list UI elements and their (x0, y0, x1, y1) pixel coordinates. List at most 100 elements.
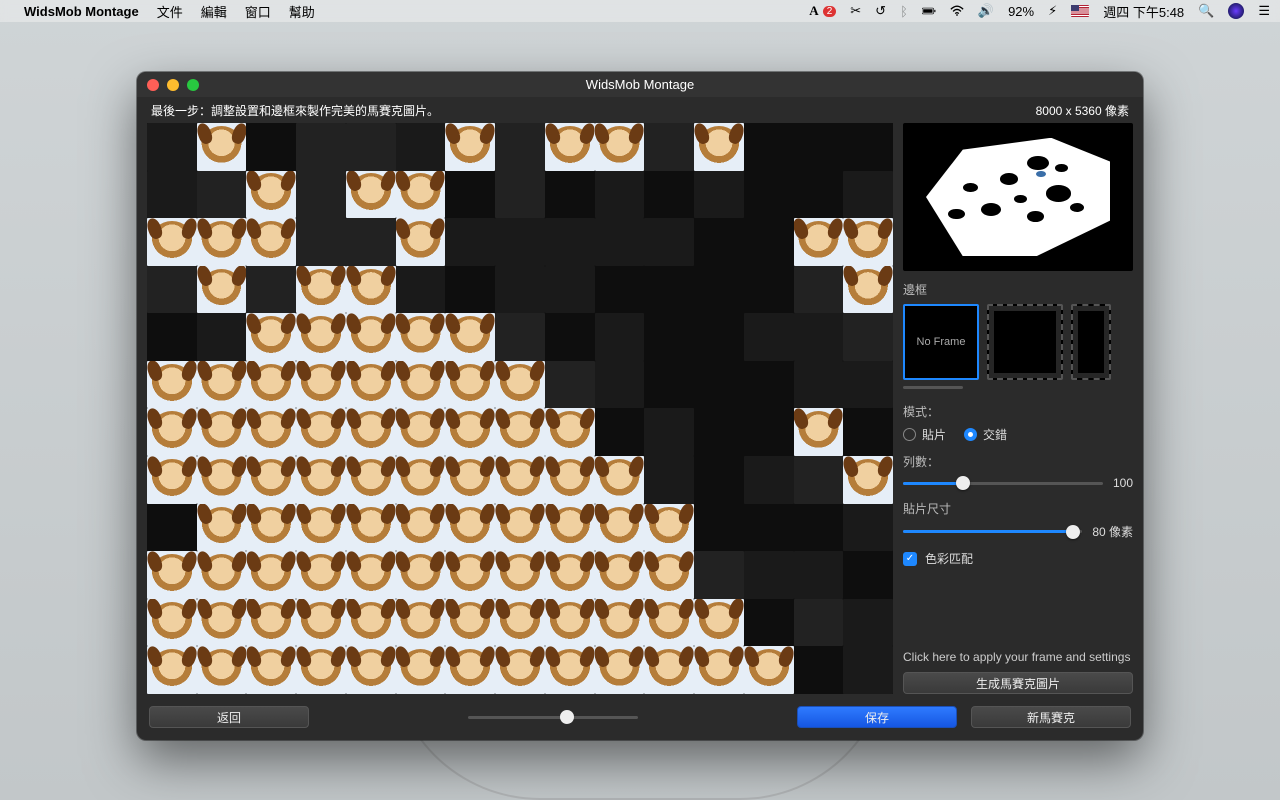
mosaic-tile (495, 504, 545, 552)
mosaic-tile (644, 171, 694, 219)
mosaic-tile (296, 171, 346, 219)
tile-size-slider[interactable] (903, 530, 1082, 533)
mosaic-tile (495, 313, 545, 361)
mosaic-tile (644, 646, 694, 694)
mosaic-tile (744, 599, 794, 647)
mosaic-tile (296, 456, 346, 504)
spotlight-icon[interactable]: 🔍 (1198, 3, 1214, 19)
frame-option-none[interactable]: No Frame (903, 304, 979, 380)
mosaic-tile (346, 218, 396, 266)
mosaic-tile (545, 599, 595, 647)
mosaic-tile (595, 599, 645, 647)
mosaic-tile (545, 361, 595, 409)
mosaic-tile (595, 456, 645, 504)
color-match-checkbox[interactable] (903, 552, 917, 566)
mosaic-tile (595, 266, 645, 314)
mosaic-tile (794, 599, 844, 647)
mosaic-tile (296, 551, 346, 599)
mosaic-tile (694, 504, 744, 552)
generate-button[interactable]: 生成馬賽克圖片 (903, 672, 1133, 694)
mosaic-tile (595, 504, 645, 552)
mosaic-tile (296, 408, 346, 456)
mosaic-tile (545, 313, 595, 361)
mosaic-tile (396, 218, 446, 266)
menu-help[interactable]: 幫助 (289, 2, 315, 21)
menu-window[interactable]: 窗口 (245, 2, 271, 21)
mosaic-tile (346, 171, 396, 219)
time-machine-icon[interactable]: ↺ (875, 3, 886, 19)
window-titlebar: WidsMob Montage (137, 72, 1143, 97)
mosaic-tile (396, 408, 446, 456)
mosaic-tile (843, 599, 893, 647)
new-mosaic-button[interactable]: 新馬賽克 (971, 706, 1131, 728)
mosaic-tile (744, 456, 794, 504)
adobe-status-icon[interactable]: A2 (809, 3, 836, 19)
mosaic-tile (644, 123, 694, 171)
mosaic-tile (744, 218, 794, 266)
mosaic-tile (147, 218, 197, 266)
mosaic-tile (147, 456, 197, 504)
mosaic-tile (197, 361, 247, 409)
mosaic-tile (595, 123, 645, 171)
mosaic-tile (794, 551, 844, 599)
mosaic-tile (346, 408, 396, 456)
menu-edit[interactable]: 編輯 (201, 2, 227, 21)
mosaic-tile (246, 456, 296, 504)
volume-icon[interactable]: 🔊 (978, 3, 994, 19)
mosaic-tile (694, 551, 744, 599)
window-title: WidsMob Montage (137, 77, 1143, 92)
mosaic-tile (794, 456, 844, 504)
control-center-icon[interactable]: ☰ (1258, 3, 1270, 19)
battery-icon[interactable] (922, 4, 936, 18)
mosaic-tile (246, 313, 296, 361)
mosaic-tile (147, 361, 197, 409)
mosaic-tile (744, 361, 794, 409)
mosaic-tile (445, 218, 495, 266)
mosaic-tile (545, 218, 595, 266)
back-button[interactable]: 返回 (149, 706, 309, 728)
mosaic-preview[interactable] (147, 123, 893, 694)
mosaic-tile (197, 408, 247, 456)
mosaic-tile (595, 218, 645, 266)
mosaic-tile (445, 599, 495, 647)
wifi-icon[interactable] (950, 4, 964, 18)
mosaic-tile (694, 171, 744, 219)
frame-option-stamp-2[interactable] (1071, 304, 1111, 380)
columns-slider[interactable] (903, 482, 1103, 485)
source-thumbnail[interactable] (903, 123, 1133, 271)
minimize-button[interactable] (167, 79, 179, 91)
mosaic-tile (495, 646, 545, 694)
bluetooth-icon[interactable]: ᛒ (900, 4, 908, 19)
mosaic-tile (694, 361, 744, 409)
mosaic-tile (346, 456, 396, 504)
mosaic-tile (445, 408, 495, 456)
mosaic-tile (644, 456, 694, 504)
menu-file[interactable]: 文件 (157, 2, 183, 21)
frame-option-stamp[interactable] (987, 304, 1063, 380)
mosaic-tile (147, 646, 197, 694)
mosaic-tile (246, 551, 296, 599)
frame-scrollbar[interactable] (903, 386, 963, 389)
mode-interlace-radio[interactable]: 交錯 (964, 426, 1007, 443)
mosaic-tile (445, 123, 495, 171)
scissors-icon[interactable]: ✂︎ (850, 3, 861, 19)
mosaic-tile (744, 123, 794, 171)
close-button[interactable] (147, 79, 159, 91)
save-button[interactable]: 保存 (797, 706, 957, 728)
zoom-button[interactable] (187, 79, 199, 91)
mosaic-tile (445, 456, 495, 504)
menubar-app-name[interactable]: WidsMob Montage (24, 4, 139, 19)
zoom-slider[interactable] (468, 716, 638, 719)
mosaic-tile (495, 123, 545, 171)
menubar-clock[interactable]: 週四 下午5:48 (1103, 2, 1184, 21)
mosaic-tile (495, 408, 545, 456)
input-flag-icon[interactable] (1071, 5, 1089, 17)
columns-value: 100 (1113, 476, 1133, 490)
mosaic-tile (794, 218, 844, 266)
mosaic-tile (644, 504, 694, 552)
siri-icon[interactable] (1228, 3, 1244, 19)
mode-tile-radio[interactable]: 貼片 (903, 426, 946, 443)
apply-hint: Click here to apply your frame and setti… (903, 650, 1133, 664)
mosaic-tile (346, 551, 396, 599)
mosaic-tile (744, 171, 794, 219)
